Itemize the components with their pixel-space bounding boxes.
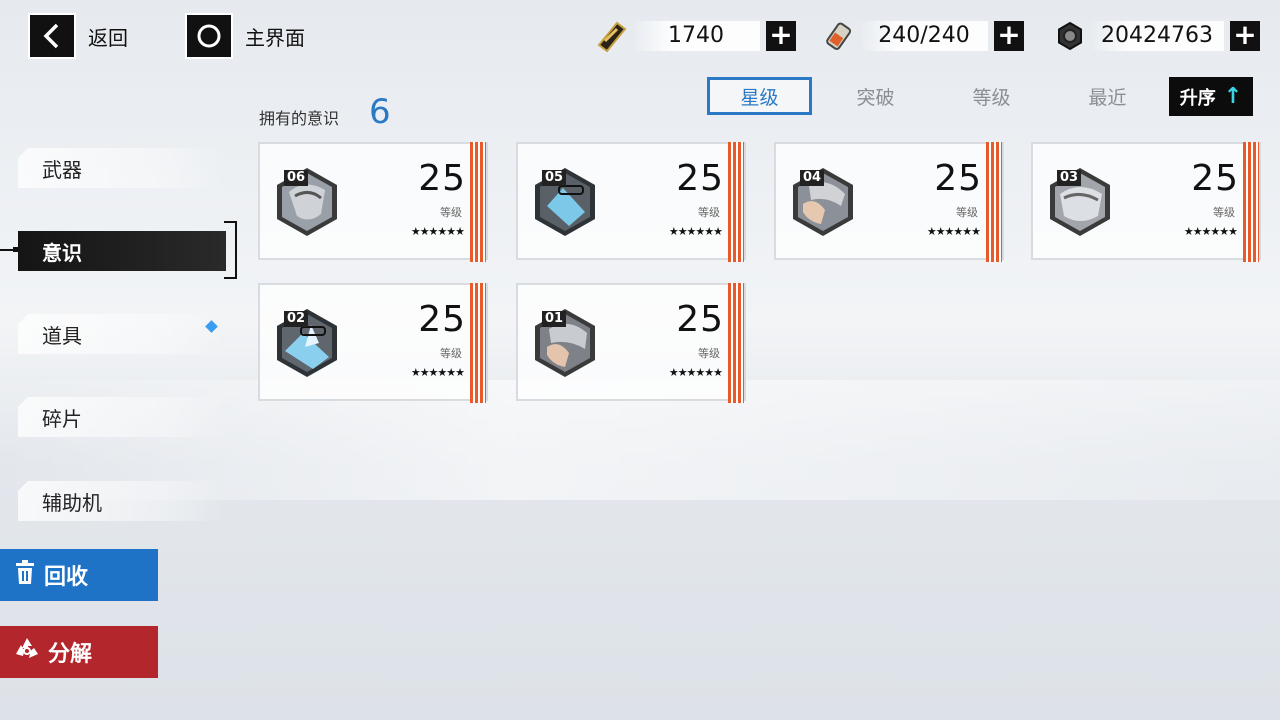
stigmata-card[interactable]: 02 25 等级 ★★★★★★: [258, 283, 488, 403]
card-rarity-stripe: [470, 283, 486, 403]
sort-tab-recent[interactable]: 最近: [1055, 77, 1160, 115]
back-label: 返回: [88, 25, 128, 50]
sidebar-item-label: 武器: [42, 157, 82, 182]
sidebar-item-weapons[interactable]: 武器: [18, 148, 226, 188]
card-level: 25: [676, 299, 724, 340]
sidebar-item-label: 辅助机: [42, 490, 102, 515]
currency-value: 240/240: [860, 21, 988, 51]
card-index: 06: [284, 170, 309, 186]
card-level-label: 等级: [440, 347, 462, 360]
back-button[interactable]: 返回: [28, 13, 128, 59]
card-level-label: 等级: [698, 206, 720, 219]
card-stars: ★★★★★★: [1183, 225, 1238, 238]
sort-order-button[interactable]: 升序 ↑: [1169, 77, 1253, 116]
card-stars: ★★★★★★: [410, 225, 465, 238]
chevron-left-icon: [28, 13, 76, 59]
circle-home-icon: [185, 13, 233, 59]
stigmata-card[interactable]: 01 25 等级 ★★★★★★: [516, 283, 746, 403]
sidebar-item-items[interactable]: 道具: [18, 314, 226, 354]
card-level: 25: [418, 299, 466, 340]
currency-ticket: 1740 +: [592, 16, 796, 56]
card-rarity-stripe: [986, 142, 1002, 262]
card-rarity-stripe: [728, 142, 744, 262]
card-index: 02: [284, 311, 309, 327]
dismantle-label: 分解: [48, 642, 93, 667]
dismantle-button[interactable]: 分解: [0, 626, 158, 678]
sidebar-item-label: 碎片: [42, 406, 82, 431]
sidebar-item-label: 意识: [42, 240, 82, 265]
card-level: 25: [418, 158, 466, 199]
sidebar-item-label: 道具: [42, 323, 82, 348]
owned-label: 拥有的意识: [259, 109, 340, 128]
recycle-arrows-icon: [14, 636, 40, 668]
home-label: 主界面: [245, 25, 305, 50]
stigmata-card[interactable]: 04 25 等级 ★★★★★★: [774, 142, 1004, 262]
currency-stamina: 240/240 +: [820, 16, 1024, 56]
card-index: 01: [542, 311, 567, 327]
gear-coin-icon: [1050, 16, 1090, 56]
card-stars: ★★★★★★: [926, 225, 981, 238]
card-level-label: 等级: [440, 206, 462, 219]
card-level: 25: [934, 158, 982, 199]
card-stars: ★★★★★★: [410, 366, 465, 379]
currency-coin: 20424763 +: [1050, 16, 1260, 56]
card-rarity-stripe: [728, 283, 744, 403]
card-level-label: 等级: [1213, 206, 1235, 219]
recycle-label: 回收: [44, 565, 89, 590]
sidebar-selection-bracket: [224, 221, 237, 279]
sidebar-item-support[interactable]: 辅助机: [18, 481, 226, 521]
arrow-up-icon: ↑: [1223, 84, 1243, 109]
sort-tab-breakthrough[interactable]: 突破: [823, 77, 928, 115]
card-level: 25: [676, 158, 724, 199]
home-button[interactable]: 主界面: [185, 13, 305, 59]
card-level-label: 等级: [698, 347, 720, 360]
sort-tab-level[interactable]: 等级: [939, 77, 1044, 115]
recycle-button[interactable]: 回收: [0, 549, 158, 601]
currency-value: 1740: [632, 21, 760, 51]
sort-tab-rarity[interactable]: 星级: [707, 77, 812, 115]
card-index: 04: [800, 170, 825, 186]
add-ticket-button[interactable]: +: [766, 21, 796, 51]
stigmata-card[interactable]: 03 25 等级 ★★★★★★: [1031, 142, 1261, 262]
card-index: 03: [1057, 170, 1082, 186]
trash-icon: [14, 560, 36, 590]
stamina-icon: [820, 16, 860, 56]
card-stars: ★★★★★★: [668, 366, 723, 379]
owned-count: 6: [369, 92, 391, 132]
stigmata-card[interactable]: 06 25 等级 ★★★★★★: [258, 142, 488, 262]
card-index: 05: [542, 170, 567, 186]
stigmata-card[interactable]: 05 25 等级 ★★★★★★: [516, 142, 746, 262]
add-stamina-button[interactable]: +: [994, 21, 1024, 51]
sidebar-item-stigmata[interactable]: 意识: [18, 231, 226, 271]
sort-order-label: 升序: [1179, 87, 1216, 109]
ticket-icon: [592, 16, 632, 56]
card-rarity-stripe: [470, 142, 486, 262]
card-stars: ★★★★★★: [668, 225, 723, 238]
sidebar-item-fragments[interactable]: 碎片: [18, 397, 226, 437]
card-level: 25: [1191, 158, 1239, 199]
currency-value: 20424763: [1090, 21, 1224, 51]
card-level-label: 等级: [956, 206, 978, 219]
add-coin-button[interactable]: +: [1230, 21, 1260, 51]
card-rarity-stripe: [1243, 142, 1259, 262]
